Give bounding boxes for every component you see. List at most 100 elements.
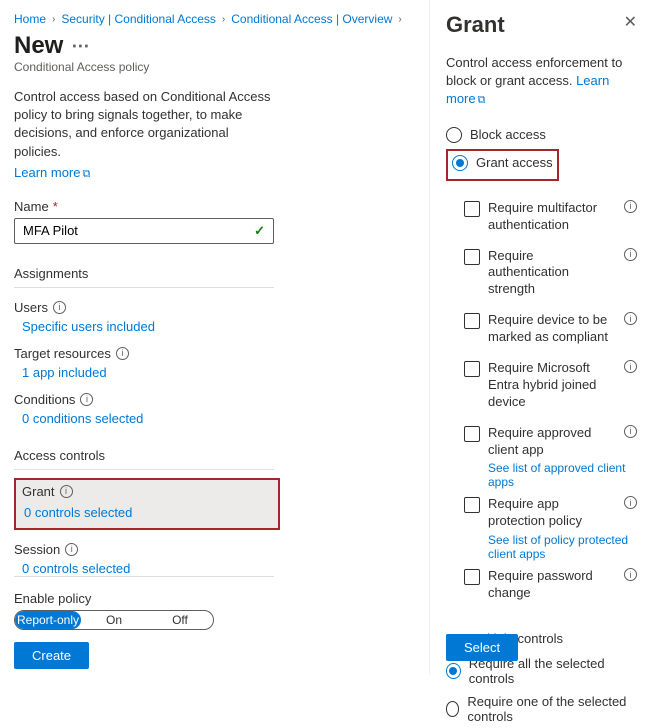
checkbox-icon[interactable] [464, 361, 480, 377]
conditions-value-link[interactable]: 0 conditions selected [14, 411, 274, 426]
cb-require-mfa[interactable]: Require multifactor authentication i [464, 193, 637, 241]
cb-approved-app-label: Require approved client app [488, 425, 616, 459]
name-label: Name * [14, 199, 415, 214]
info-icon[interactable]: i [624, 568, 637, 581]
checkbox-icon[interactable] [464, 313, 480, 329]
grant-controls-list: Require multifactor authentication i Req… [446, 193, 637, 609]
info-icon[interactable]: i [116, 347, 129, 360]
panel-header: Grant ✕ [446, 12, 637, 38]
cb-require-hybrid[interactable]: Require Microsoft Entra hybrid joined de… [464, 353, 637, 418]
cb-require-protection[interactable]: Require app protection policy i [464, 489, 637, 537]
info-icon[interactable]: i [624, 496, 637, 509]
toggle-on[interactable]: On [81, 611, 147, 629]
page-title: New ⋯ [14, 32, 415, 60]
panel-footer: Select [446, 634, 518, 661]
cb-hybrid-label: Require Microsoft Entra hybrid joined de… [488, 360, 616, 411]
session-label: Session i [14, 542, 274, 557]
checkbox-icon[interactable] [464, 201, 480, 217]
cb-mfa-label: Require multifactor authentication [488, 200, 616, 234]
chevron-right-icon: › [52, 14, 55, 25]
grant-access-highlighted: Grant access [446, 149, 559, 181]
grant-label-text: Grant [22, 484, 55, 499]
cb-require-password[interactable]: Require password change i [464, 561, 637, 609]
targets-label: Target resources i [14, 346, 274, 361]
info-icon[interactable]: i [624, 200, 637, 213]
radio-grant-access[interactable]: Grant access [452, 151, 553, 175]
name-input[interactable] [23, 223, 254, 238]
toggle-off[interactable]: Off [147, 611, 213, 629]
session-value-link[interactable]: 0 controls selected [14, 561, 274, 576]
enable-policy-section: Enable policy Report-only On Off Create [14, 576, 274, 669]
name-input-wrap[interactable]: ✓ [14, 218, 274, 244]
radio-icon-checked[interactable] [446, 663, 461, 679]
breadcrumb-overview[interactable]: Conditional Access | Overview [231, 12, 392, 26]
name-field: Name * ✓ [14, 199, 415, 244]
info-icon[interactable]: i [624, 312, 637, 325]
more-options-icon[interactable]: ⋯ [71, 36, 89, 57]
cb-protection-label: Require app protection policy [488, 496, 616, 530]
page-subtitle: Conditional Access policy [14, 60, 415, 74]
targets-value-link[interactable]: 1 app included [14, 365, 274, 380]
grant-label: Grant i [22, 484, 272, 499]
select-button[interactable]: Select [446, 634, 518, 661]
info-icon[interactable]: i [624, 360, 637, 373]
info-icon[interactable]: i [624, 248, 637, 261]
close-icon[interactable]: ✕ [624, 12, 637, 32]
info-icon[interactable]: i [65, 543, 78, 556]
learn-more-link[interactable]: Learn more⧉ [14, 165, 415, 181]
cb-compliant-label: Require device to be marked as compliant [488, 312, 616, 346]
breadcrumb: Home › Security | Conditional Access › C… [14, 12, 415, 26]
checkbox-icon[interactable] [464, 249, 480, 265]
page-title-text: New [14, 32, 63, 60]
breadcrumb-security[interactable]: Security | Conditional Access [61, 12, 216, 26]
info-icon[interactable]: i [53, 301, 66, 314]
info-icon[interactable]: i [624, 425, 637, 438]
conditions-label-text: Conditions [14, 392, 75, 407]
conditions-item[interactable]: Conditions i 0 conditions selected [14, 392, 274, 426]
cb-strength-label: Require authentication strength [488, 248, 616, 299]
require-one-label: Require one of the selected controls [467, 694, 637, 724]
users-label-text: Users [14, 300, 48, 315]
radio-block-access[interactable]: Block access [446, 123, 637, 147]
grant-access-label: Grant access [476, 155, 553, 170]
checkmark-icon: ✓ [254, 223, 265, 239]
users-label: Users i [14, 300, 274, 315]
radio-icon[interactable] [446, 127, 462, 143]
conditions-label: Conditions i [14, 392, 274, 407]
breadcrumb-home[interactable]: Home [14, 12, 46, 26]
users-value-link[interactable]: Specific users included [14, 319, 274, 334]
checkbox-icon[interactable] [464, 497, 480, 513]
targets-item[interactable]: Target resources i 1 app included [14, 346, 274, 380]
radio-require-one[interactable]: Require one of the selected controls [446, 690, 637, 728]
access-radio-group: Block access Grant access [446, 123, 637, 181]
radio-icon-checked[interactable] [452, 155, 468, 171]
checkbox-icon[interactable] [464, 569, 480, 585]
radio-icon[interactable] [446, 701, 459, 717]
targets-label-text: Target resources [14, 346, 111, 361]
users-item[interactable]: Users i Specific users included [14, 300, 274, 334]
required-indicator: * [53, 199, 58, 214]
learn-more-text: Learn more [14, 165, 80, 180]
cb-require-approved-app[interactable]: Require approved client app i [464, 418, 637, 466]
create-button[interactable]: Create [14, 642, 89, 669]
chevron-right-icon: › [398, 14, 401, 25]
page-description: Control access based on Conditional Acce… [14, 88, 274, 161]
main-content: Home › Security | Conditional Access › C… [0, 0, 430, 675]
grant-value-link[interactable]: 0 controls selected [22, 505, 272, 520]
block-access-label: Block access [470, 127, 546, 142]
name-label-text: Name [14, 199, 49, 214]
info-icon[interactable]: i [60, 485, 73, 498]
access-controls-heading: Access controls [14, 448, 274, 470]
toggle-report-only[interactable]: Report-only [15, 611, 81, 629]
enable-policy-toggle[interactable]: Report-only On Off [14, 610, 214, 630]
checkbox-icon[interactable] [464, 426, 480, 442]
approved-apps-link[interactable]: See list of approved client apps [464, 461, 637, 489]
info-icon[interactable]: i [80, 393, 93, 406]
session-item[interactable]: Session i 0 controls selected [14, 542, 274, 576]
cb-require-compliant[interactable]: Require device to be marked as compliant… [464, 305, 637, 353]
grant-item-highlighted[interactable]: Grant i 0 controls selected [14, 478, 280, 530]
protection-apps-link[interactable]: See list of policy protected client apps [464, 533, 637, 561]
cb-require-strength[interactable]: Require authentication strength i [464, 241, 637, 306]
panel-description: Control access enforcement to block or g… [446, 54, 637, 109]
assignments-heading: Assignments [14, 266, 274, 288]
